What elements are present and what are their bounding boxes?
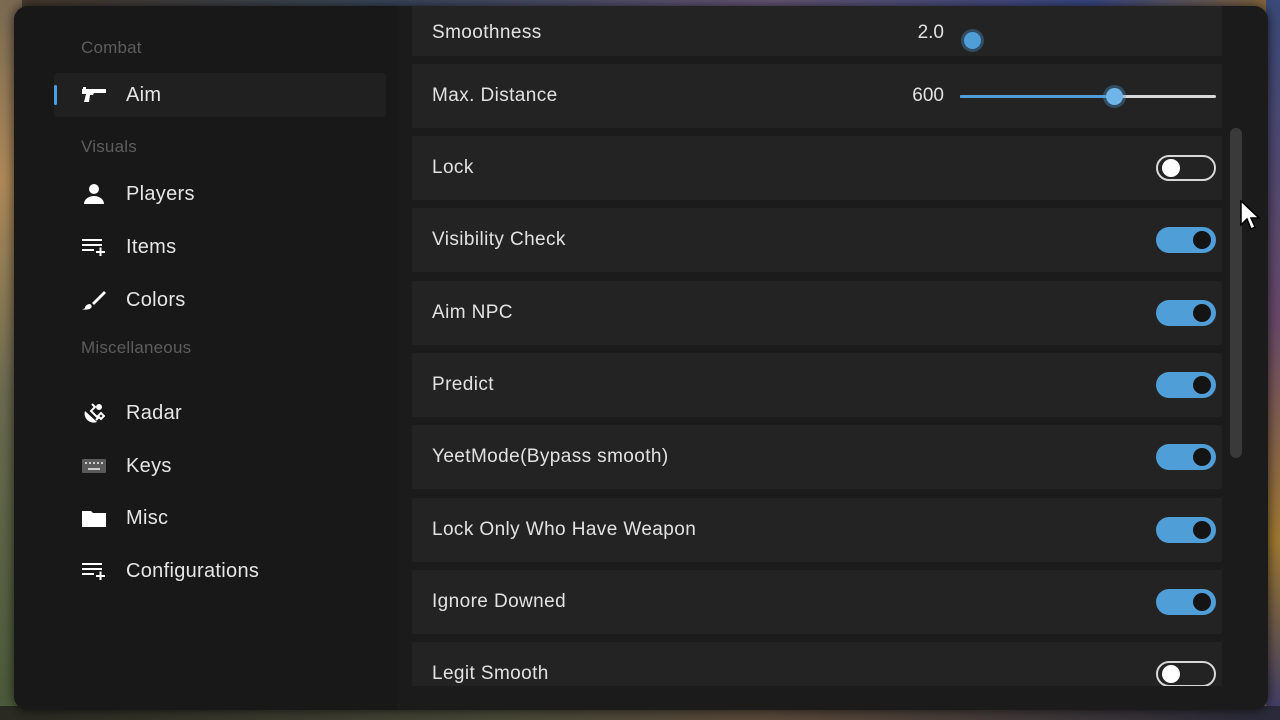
max-distance-value: 600 — [912, 85, 944, 106]
radar-icon — [81, 402, 107, 424]
setting-label: Smoothness — [432, 22, 542, 43]
lock-toggle[interactable] — [1156, 155, 1216, 181]
slider-fill — [960, 95, 1114, 98]
smoothness-value: 2.0 — [917, 22, 944, 43]
setting-row-lock-only-who-have-weapon: Lock Only Who Have Weapon — [412, 497, 1222, 562]
scrollbar-thumb[interactable] — [1230, 128, 1242, 458]
setting-label: YeetMode(Bypass smooth) — [432, 446, 669, 468]
sidebar-item-keys[interactable]: Keys — [54, 444, 386, 488]
sidebar-item-aim[interactable]: Aim — [54, 73, 386, 117]
folder-icon — [81, 507, 107, 529]
sidebar-item-colors[interactable]: Colors — [54, 278, 386, 322]
sidebar-item-label: Keys — [126, 454, 172, 477]
section-label-visuals: Visuals — [81, 137, 137, 156]
active-indicator — [54, 85, 57, 105]
sidebar-item-label: Configurations — [126, 559, 260, 582]
visibility-check-toggle[interactable] — [1156, 227, 1216, 254]
smoothness-slider-thumb[interactable] — [964, 32, 981, 49]
sidebar-item-players[interactable]: Players — [54, 172, 386, 216]
brush-icon — [81, 289, 107, 311]
lock-only-who-have-weapon-toggle[interactable] — [1156, 516, 1216, 543]
slider-thumb[interactable] — [1105, 88, 1123, 105]
keyboard-icon — [81, 455, 107, 477]
setting-label: Aim NPC — [432, 301, 513, 323]
list-add-icon — [81, 560, 107, 582]
person-icon — [81, 183, 107, 205]
setting-row-aim-npc: Aim NPC — [412, 280, 1222, 345]
mouse-cursor-icon — [1240, 200, 1261, 231]
setting-label: Predict — [432, 373, 494, 395]
settings-panel: Smoothness 2.0 Max. Distance 600 Lock Vis… — [412, 6, 1222, 686]
aim-npc-toggle[interactable] — [1156, 299, 1216, 326]
setting-row-yeetmode-bypass-smooth: YeetMode(Bypass smooth) — [412, 425, 1222, 490]
toggle-knob — [1162, 665, 1180, 684]
toggle-knob — [1193, 231, 1211, 250]
toggle-knob — [1193, 303, 1211, 322]
legit-smooth-toggle[interactable] — [1156, 661, 1216, 686]
sidebar-item-label: Colors — [126, 288, 186, 311]
setting-label: Lock Only Who Have Weapon — [432, 518, 697, 540]
sidebar: Combat Aim Visuals Players Items Colors … — [14, 6, 398, 710]
section-label-miscellaneous: Miscellaneous — [81, 338, 192, 357]
setting-row-legit-smooth: Legit Smooth — [412, 642, 1222, 686]
toggle-knob — [1193, 375, 1211, 394]
setting-row-predict: Predict — [412, 352, 1222, 417]
sidebar-item-label: Misc — [126, 506, 169, 529]
setting-row-ignore-downed: Ignore Downed — [412, 569, 1222, 634]
toggle-knob — [1193, 520, 1211, 539]
toggle-knob — [1162, 159, 1180, 177]
sidebar-item-label: Radar — [126, 401, 182, 424]
setting-row-smoothness: Smoothness 2.0 — [412, 6, 1222, 56]
setting-label: Max. Distance — [432, 85, 558, 106]
setting-label: Ignore Downed — [432, 590, 567, 612]
setting-label: Visibility Check — [432, 229, 566, 251]
sidebar-item-label: Items — [126, 235, 177, 258]
predict-toggle[interactable] — [1156, 371, 1216, 398]
gun-icon — [81, 84, 107, 106]
sidebar-item-items[interactable]: Items — [54, 225, 386, 269]
yeetmode-bypass-smooth-toggle[interactable] — [1156, 444, 1216, 471]
ignore-downed-toggle[interactable] — [1156, 588, 1216, 615]
sidebar-item-label: Aim — [126, 83, 162, 106]
background-scene-right — [1266, 0, 1280, 720]
section-label-combat: Combat — [81, 38, 142, 57]
toggle-knob — [1193, 592, 1211, 611]
setting-row-max-distance: Max. Distance 600 — [412, 64, 1222, 128]
sidebar-item-configurations[interactable]: Configurations — [54, 549, 386, 593]
toggle-knob — [1193, 448, 1211, 467]
max-distance-slider[interactable] — [960, 88, 1216, 105]
list-add-icon — [81, 236, 107, 258]
setting-label: Lock — [432, 157, 474, 178]
sidebar-item-misc[interactable]: Misc — [54, 496, 386, 540]
sidebar-item-label: Players — [126, 182, 195, 205]
setting-row-lock: Lock — [412, 136, 1222, 200]
setting-row-visibility-check: Visibility Check — [412, 208, 1222, 273]
setting-label: Legit Smooth — [432, 663, 549, 685]
sidebar-item-radar[interactable]: Radar — [54, 391, 386, 435]
menu-window: Combat Aim Visuals Players Items Colors … — [14, 6, 1268, 710]
